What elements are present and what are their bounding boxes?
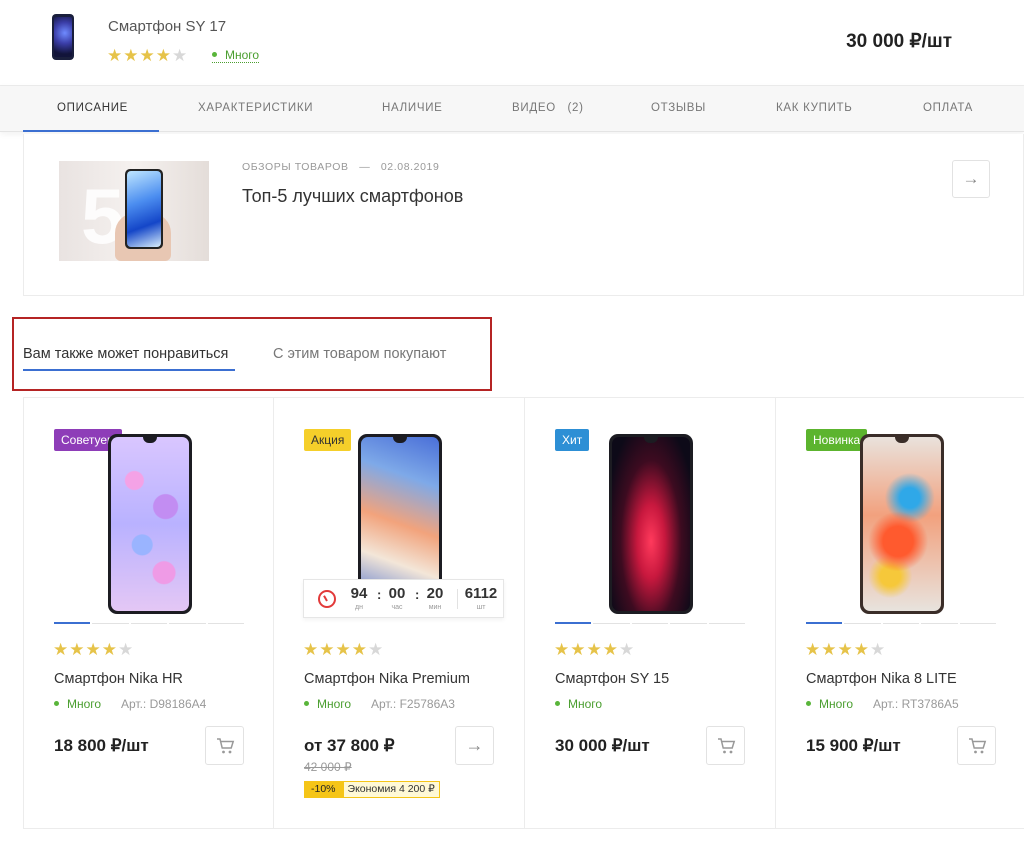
product-title: Смартфон SY 17 (108, 18, 227, 35)
add-to-cart-button[interactable] (205, 726, 244, 765)
discount-saving: Экономия 4 200 ₽ (342, 781, 440, 798)
stock-dot-icon (806, 701, 811, 707)
countdown-timer: 94 дн : 00 час : 20 мин 6112 шт (303, 579, 504, 618)
product-price: 30 000 ₽/шт (846, 31, 952, 52)
product-price: 18 800 ₽/шт (54, 736, 149, 755)
image-slider[interactable] (555, 622, 746, 624)
details-button[interactable]: → (455, 726, 494, 765)
product-tabs: ОПИСАНИЕ ХАРАКТЕРИСТИКИ НАЛИЧИЕ ВИДЕО (2… (0, 86, 1024, 132)
article-number: Арт.: D98186A4 (121, 697, 207, 711)
tab-bought-together[interactable]: С этим товаром покупают (273, 346, 446, 362)
star-icon: ★ (155, 46, 172, 65)
product-card[interactable]: Советуем ★★★★★ Смартфон Nika HR Много Ар… (23, 398, 274, 829)
stock-status: Много (806, 697, 853, 711)
product-rating: ★★★★★ (554, 640, 636, 659)
product-name[interactable]: Смартфон SY 15 (555, 671, 669, 687)
product-rating: ★★★★★ (805, 640, 887, 659)
tab-specifications[interactable]: ХАРАКТЕРИСТИКИ (198, 102, 313, 114)
cart-icon (718, 738, 736, 754)
tab-description[interactable]: ОПИСАНИЕ (57, 102, 128, 114)
add-to-cart-button[interactable] (706, 726, 745, 765)
stock-dot-icon (212, 52, 217, 58)
image-slider[interactable] (806, 622, 997, 624)
product-grid: Советуем ★★★★★ Смартфон Nika HR Много Ар… (23, 397, 1024, 829)
product-rating: ★★★★★ (53, 640, 135, 659)
article-number: Арт.: F25786A3 (371, 697, 455, 711)
product-card[interactable]: Хит ★★★★★ Смартфон SY 15 Много 30 000 ₽/… (524, 398, 775, 829)
product-image[interactable] (609, 434, 693, 614)
related-article: 5 ОБЗОРЫ ТОВАРОВ — 02.08.2019 Топ-5 лучш… (23, 134, 1024, 296)
add-to-cart-button[interactable] (957, 726, 996, 765)
product-price: от 37 800 ₽ (304, 736, 395, 755)
stock-status: Много (54, 697, 101, 711)
clock-icon (318, 590, 336, 608)
cart-icon (217, 738, 235, 754)
tab-availability[interactable]: НАЛИЧИЕ (382, 102, 443, 114)
product-name[interactable]: Смартфон Nika Premium (304, 671, 470, 687)
article-number: Арт.: RT3786A5 (873, 697, 959, 711)
cart-icon (969, 738, 987, 754)
product-name[interactable]: Смартфон Nika 8 LITE (806, 671, 957, 687)
product-rating: ★★★★★ (303, 640, 385, 659)
product-name[interactable]: Смартфон Nika HR (54, 671, 183, 687)
stock-dot-icon (54, 701, 59, 707)
arrow-right-icon: → (465, 735, 484, 755)
product-card[interactable]: Новинка ★★★★★ Смартфон Nika 8 LITE Много… (775, 398, 1024, 829)
tab-video[interactable]: ВИДЕО (2) (512, 102, 584, 114)
active-rec-tab-indicator (23, 369, 235, 371)
article-image[interactable]: 5 (59, 161, 209, 261)
tab-payment[interactable]: ОПЛАТА (923, 102, 973, 114)
product-image[interactable] (860, 434, 944, 614)
discount-percent: -10% (304, 781, 343, 798)
star-icon: ★ (139, 46, 156, 65)
tab-how-to-buy[interactable]: КАК КУПИТЬ (776, 102, 853, 114)
stock-dot-icon (304, 701, 309, 707)
product-price: 15 900 ₽/шт (806, 736, 901, 755)
star-icon: ★ (123, 46, 140, 65)
product-rating: ★★★★★ (107, 46, 188, 66)
star-icon: ★ (107, 46, 124, 65)
tab-you-may-like[interactable]: Вам также может понравиться (23, 346, 228, 362)
image-slider[interactable] (54, 622, 245, 624)
product-card[interactable]: Акция 94 дн : 00 час : 20 мин 6112 шт ★★… (273, 398, 524, 829)
active-tab-indicator (23, 130, 159, 132)
product-image[interactable] (108, 434, 192, 614)
discount-info: -10% Экономия 4 200 ₽ (304, 781, 440, 798)
product-price: 30 000 ₽/шт (555, 736, 650, 755)
stock-dot-icon (555, 701, 560, 707)
article-title[interactable]: Топ-5 лучших смартфонов (242, 186, 463, 207)
sticky-product-bar: Смартфон SY 17 ★★★★★ Много 30 000 ₽/шт (0, 0, 1024, 86)
stock-status: Много (304, 697, 351, 711)
product-thumbnail[interactable] (52, 14, 74, 60)
old-price: 42 000 ₽ (304, 760, 352, 774)
tab-reviews[interactable]: ОТЗЫВЫ (651, 102, 706, 114)
badge-new: Новинка (806, 429, 868, 451)
star-empty-icon: ★ (172, 46, 189, 65)
badge-hit: Хит (555, 429, 590, 451)
stock-status: Много (555, 697, 602, 711)
badge-sale: Акция (304, 429, 352, 451)
article-meta: ОБЗОРЫ ТОВАРОВ — 02.08.2019 (242, 161, 440, 173)
stock-status[interactable]: Много (212, 49, 260, 63)
arrow-right-icon[interactable]: → (952, 160, 990, 198)
